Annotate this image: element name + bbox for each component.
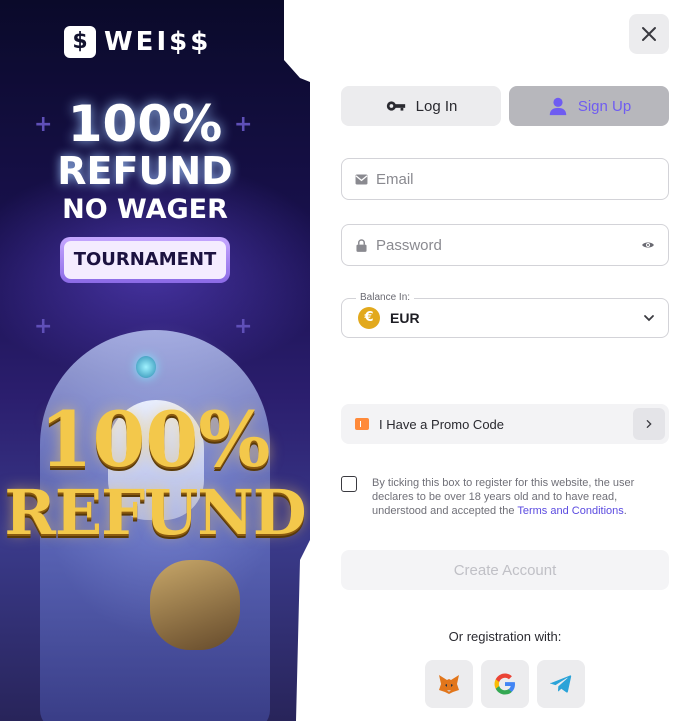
balance-label: Balance In: <box>356 292 415 303</box>
promo-character-hand <box>150 560 240 650</box>
terms-checkbox[interactable] <box>341 476 357 492</box>
promo-gem <box>136 356 156 378</box>
close-button[interactable] <box>629 14 669 54</box>
google-button[interactable] <box>481 660 529 708</box>
social-login-buttons <box>425 660 585 708</box>
sparkle-icon: + <box>234 314 253 339</box>
promo-code-toggle[interactable]: I Have a Promo Code <box>341 404 669 444</box>
social-registration-heading: Or registration with: <box>448 629 562 644</box>
balance-value: EUR <box>390 310 420 326</box>
signup-modal: + + + + $ WEI$$ 100% REFUND NO WAGER TOU… <box>0 0 682 721</box>
promo-art-percent: 100% <box>39 395 271 484</box>
promo-art-refund: REFUND <box>4 476 306 549</box>
telegram-icon <box>549 675 572 693</box>
brand-logo: $ WEI$$ <box>64 26 211 58</box>
promo-code-label: I Have a Promo Code <box>379 416 505 432</box>
mail-icon <box>354 172 368 186</box>
tournament-badge: TOURNAMENT <box>60 237 230 283</box>
metamask-icon <box>439 675 459 694</box>
terms-text: By ticking this box to register for this… <box>372 476 669 518</box>
create-account-button[interactable]: Create Account <box>341 550 669 590</box>
balance-currency-select[interactable]: Balance In: € EUR <box>341 292 669 338</box>
tab-signup-label: Sign Up <box>577 97 632 115</box>
terms-link[interactable]: Terms and Conditions <box>517 505 623 517</box>
lock-icon <box>354 238 368 252</box>
euro-coin-icon: € <box>358 307 380 329</box>
sparkle-icon: + <box>34 314 53 339</box>
chevron-down-icon <box>644 315 654 322</box>
tab-login-label: Log In <box>415 97 458 115</box>
brand-wordmark: WEI$$ <box>104 27 212 57</box>
auth-tabs: Log In Sign Up <box>341 86 669 126</box>
promo-headline-percent: 100% <box>67 95 223 153</box>
google-icon <box>494 673 515 695</box>
promo-headline-no-wager: NO WAGER <box>62 194 228 225</box>
terms-consent: By ticking this box to register for this… <box>341 476 669 518</box>
eye-icon[interactable] <box>640 237 656 253</box>
metamask-button[interactable] <box>425 660 473 708</box>
telegram-button[interactable] <box>537 660 585 708</box>
tab-signup[interactable]: Sign Up <box>509 86 669 126</box>
promo-headline-refund: REFUND <box>57 149 233 193</box>
password-input[interactable] <box>376 236 640 254</box>
key-icon <box>386 101 405 111</box>
chevron-right-icon <box>646 420 652 428</box>
ticket-icon <box>355 418 369 430</box>
tab-login[interactable]: Log In <box>341 86 501 126</box>
user-icon <box>549 97 567 116</box>
email-input[interactable] <box>376 170 656 188</box>
promo-code-arrow-button[interactable] <box>633 408 665 440</box>
close-icon <box>642 27 656 41</box>
password-field[interactable] <box>341 224 669 266</box>
terms-period: . <box>623 505 627 517</box>
promo-banner: + + + + $ WEI$$ 100% REFUND NO WAGER TOU… <box>0 0 310 721</box>
email-field[interactable] <box>341 158 669 200</box>
tournament-badge-label: TOURNAMENT <box>64 241 226 279</box>
dollar-logo-icon: $ <box>64 26 96 58</box>
